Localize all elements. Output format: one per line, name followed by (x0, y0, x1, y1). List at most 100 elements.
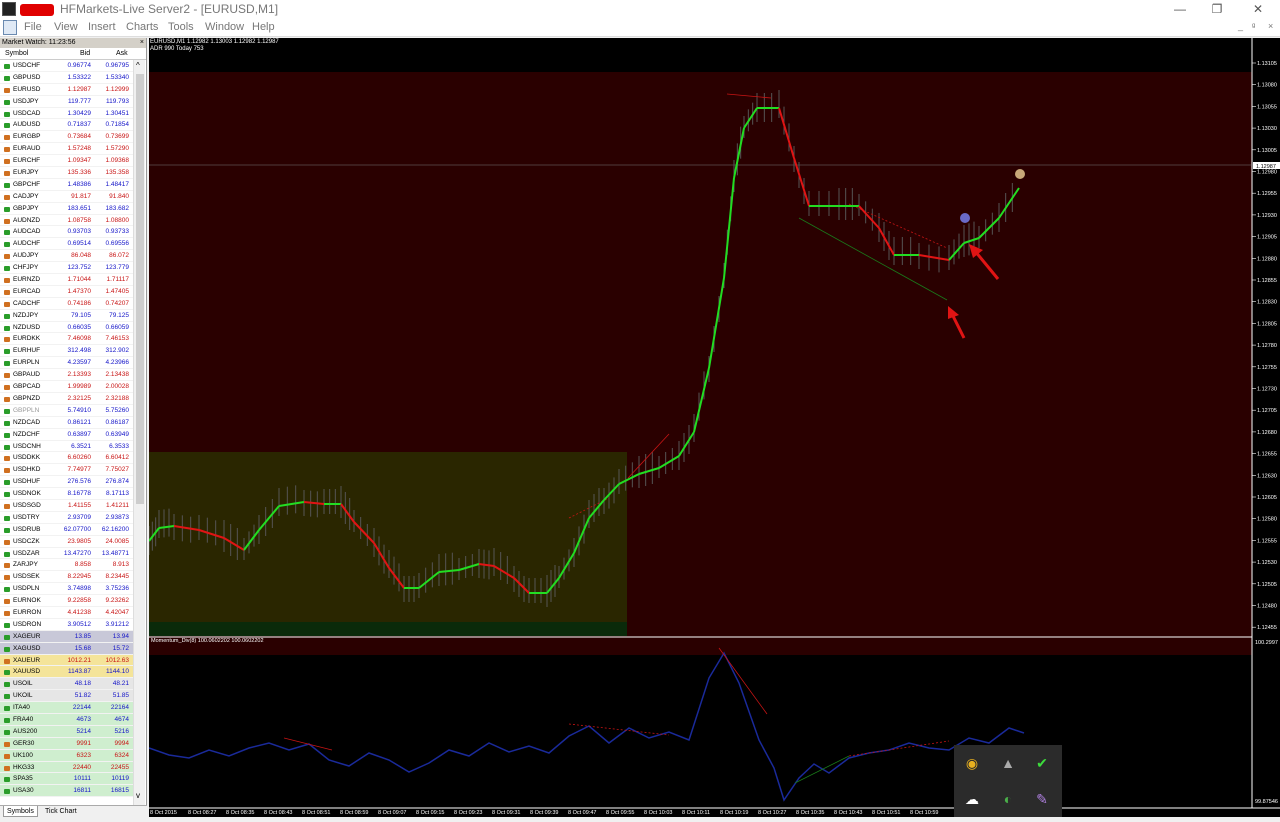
market-watch-title: Market Watch: 11:23:56 × (0, 38, 146, 48)
market-row[interactable]: FRA40 4673 4674 (0, 713, 133, 726)
market-row[interactable]: USOIL 48.18 48.21 (0, 678, 133, 691)
market-row[interactable]: ZARJPY 8.858 8.913 (0, 559, 133, 572)
menu-help[interactable]: Help (252, 21, 275, 33)
market-row[interactable]: ITA40 22144 22164 (0, 702, 133, 714)
market-row[interactable]: USDNOK 8.16778 8.17113 (0, 488, 133, 500)
market-row[interactable]: GBPNZD 2.32125 2.32188 (0, 393, 133, 405)
mdi-minimize-button[interactable]: _ (1238, 21, 1243, 31)
chart-doc-icon[interactable] (3, 20, 17, 35)
chrome-icon[interactable]: ◉ (960, 751, 984, 775)
market-row[interactable]: AUDNZD 1.08758 1.08800 (0, 215, 133, 227)
market-row[interactable]: USDHUF 276.576 276.874 (0, 476, 133, 489)
maximize-button[interactable]: ❐ (1197, 0, 1237, 19)
market-row[interactable]: AUDJPY 86.048 86.072 (0, 250, 133, 263)
market-row[interactable]: EURNOK 9.22858 9.23262 (0, 595, 133, 607)
market-row[interactable]: EURNZD 1.71044 1.71117 (0, 274, 133, 286)
market-row[interactable]: GBPJPY 183.651 183.682 (0, 203, 133, 215)
market-row[interactable]: NZDCAD 0.86121 0.86187 (0, 417, 133, 429)
market-row[interactable]: CADCHF 0.74186 0.74207 (0, 298, 133, 310)
market-row[interactable]: SPA35 10111 10119 (0, 773, 133, 786)
chart-window[interactable]: Momentum_Div(8) 100.0602202 100.0602202 … (148, 38, 1280, 817)
market-row[interactable]: EURPLN 4.23597 4.23966 (0, 357, 133, 370)
market-row[interactable]: GER30 9991 9994 (0, 737, 133, 750)
close-button[interactable]: ✕ (1238, 0, 1278, 19)
market-row[interactable]: GBPCAD 1.99989 2.00028 (0, 381, 133, 393)
feather-icon[interactable]: ✎ (1030, 787, 1054, 811)
menu-charts[interactable]: Charts (126, 21, 158, 33)
check-icon[interactable]: ✔ (1030, 751, 1054, 775)
cloud-icon[interactable]: ☁ (960, 787, 984, 811)
market-row[interactable]: EURDKK 7.46098 7.46153 (0, 333, 133, 346)
mdi-close-button[interactable]: × (1268, 21, 1273, 31)
market-row[interactable]: GBPPLN 5.74910 5.75260 (0, 405, 133, 417)
market-watch-close-button[interactable]: × (140, 38, 144, 48)
market-row[interactable]: EURRON 4.41238 4.42047 (0, 607, 133, 619)
market-row[interactable]: USDCAD 1.30429 1.30451 (0, 108, 133, 120)
market-row[interactable]: USDCNH 6.3521 6.3533 (0, 441, 133, 453)
market-row[interactable]: USDPLN 3.74898 3.75236 (0, 583, 133, 596)
menu-window[interactable]: Window (205, 21, 244, 33)
tab-tick-chart[interactable]: Tick Chart (42, 806, 80, 817)
menu-view[interactable]: View (54, 21, 78, 33)
market-row[interactable]: USDTRY 2.93709 2.93873 (0, 512, 133, 524)
minimize-button[interactable]: — (1160, 0, 1200, 19)
market-row[interactable]: EURHUF 312.498 312.902 (0, 345, 133, 358)
market-row[interactable]: USDDKK 6.60260 6.60412 (0, 452, 133, 465)
market-row[interactable]: GBPUSD 1.53322 1.53340 (0, 72, 133, 84)
market-row[interactable]: CADJPY 91.817 91.840 (0, 191, 133, 203)
market-row[interactable]: CHFJPY 123.752 123.779 (0, 262, 133, 275)
scroll-up-icon[interactable]: ^ (136, 61, 140, 70)
market-row[interactable]: USDHKD 7.74977 7.75027 (0, 464, 133, 477)
notification-icon[interactable]: ▲ (996, 751, 1020, 775)
market-row[interactable]: AUDUSD 0.71837 0.71854 (0, 119, 133, 132)
menu-file[interactable]: File (24, 21, 42, 33)
market-row[interactable]: XAGUSD 15.68 15.72 (0, 642, 133, 655)
market-row[interactable]: USDRON 3.90512 3.91212 (0, 619, 133, 631)
header-symbol[interactable]: Symbol (5, 48, 28, 60)
market-row[interactable]: USA30 16811 16815 (0, 785, 133, 798)
market-row[interactable]: EURCHF 1.09347 1.09368 (0, 155, 133, 168)
market-row[interactable]: EURCAD 1.47370 1.47405 (0, 286, 133, 298)
menu-insert[interactable]: Insert (88, 21, 116, 33)
market-row[interactable]: USDSGD 1.41155 1.41211 (0, 500, 133, 512)
market-row[interactable]: XAUEUR 1012.21 1012.63 (0, 654, 133, 667)
header-ask[interactable]: Ask (116, 48, 128, 60)
symbol-name: FRA40 (13, 715, 34, 723)
market-row[interactable]: GBPCHF 1.48386 1.48417 (0, 179, 133, 191)
market-row[interactable]: AUDCAD 0.93703 0.93733 (0, 226, 133, 239)
market-row[interactable]: GBPAUD 2.13393 2.13438 (0, 369, 133, 382)
network-icon[interactable]: ◐ (996, 787, 1020, 811)
market-row[interactable]: USDCZK 23.9805 24.0085 (0, 536, 133, 548)
tab-symbols[interactable]: Symbols (3, 806, 38, 817)
market-row[interactable]: NZDUSD 0.66035 0.66059 (0, 322, 133, 334)
market-row[interactable]: USDCHF 0.96774 0.96795 (0, 60, 133, 72)
market-row[interactable]: UKOIL 51.82 51.85 (0, 690, 133, 703)
scroll-thumb[interactable] (136, 74, 144, 504)
market-row[interactable]: XAUUSD 1143.87 1144.10 (0, 666, 133, 679)
market-row[interactable]: USDJPY 119.777 119.793 (0, 96, 133, 108)
price-chart-canvas[interactable]: Momentum_Div(8) 100.0602202 100.0602202 … (148, 38, 1280, 817)
menu-tools[interactable]: Tools (168, 21, 194, 33)
market-row[interactable]: NZDCHF 0.63897 0.63949 (0, 429, 133, 441)
market-watch-scrollbar[interactable]: ^ v (133, 60, 145, 816)
market-row[interactable]: USDRUB 62.07700 62.16200 (0, 524, 133, 536)
price-marker-icon[interactable] (1015, 169, 1025, 179)
price-marker-icon-2[interactable] (960, 213, 970, 223)
market-row[interactable]: USDSEK 8.22945 8.23445 (0, 571, 133, 584)
symbol-icon (4, 741, 10, 747)
market-row[interactable]: NZDJPY 79.105 79.125 (0, 310, 133, 322)
market-row[interactable]: AUDCHF 0.69514 0.69556 (0, 238, 133, 251)
market-row[interactable]: HKG33 22440 22455 (0, 761, 133, 774)
market-row[interactable]: AUS200 5214 5216 (0, 725, 133, 738)
mdi-restore-button[interactable]: ᵍ (1252, 21, 1255, 31)
market-row[interactable]: EURUSD 1.12987 1.12999 (0, 84, 133, 96)
market-row[interactable]: EURJPY 135.336 135.358 (0, 167, 133, 179)
scroll-down-icon[interactable]: v (136, 791, 140, 800)
header-bid[interactable]: Bid (80, 48, 90, 60)
market-row[interactable]: UK100 6323 6324 (0, 749, 133, 762)
market-row[interactable]: EURAUD 1.57248 1.57290 (0, 143, 133, 156)
market-row[interactable]: EURGBP 0.73684 0.73699 (0, 131, 133, 144)
market-row[interactable]: USDZAR 13.47270 13.48771 (0, 548, 133, 560)
market-row[interactable]: XAGEUR 13.85 13.94 (0, 630, 133, 643)
market-watch-tabs: Symbols Tick Chart (0, 805, 147, 817)
